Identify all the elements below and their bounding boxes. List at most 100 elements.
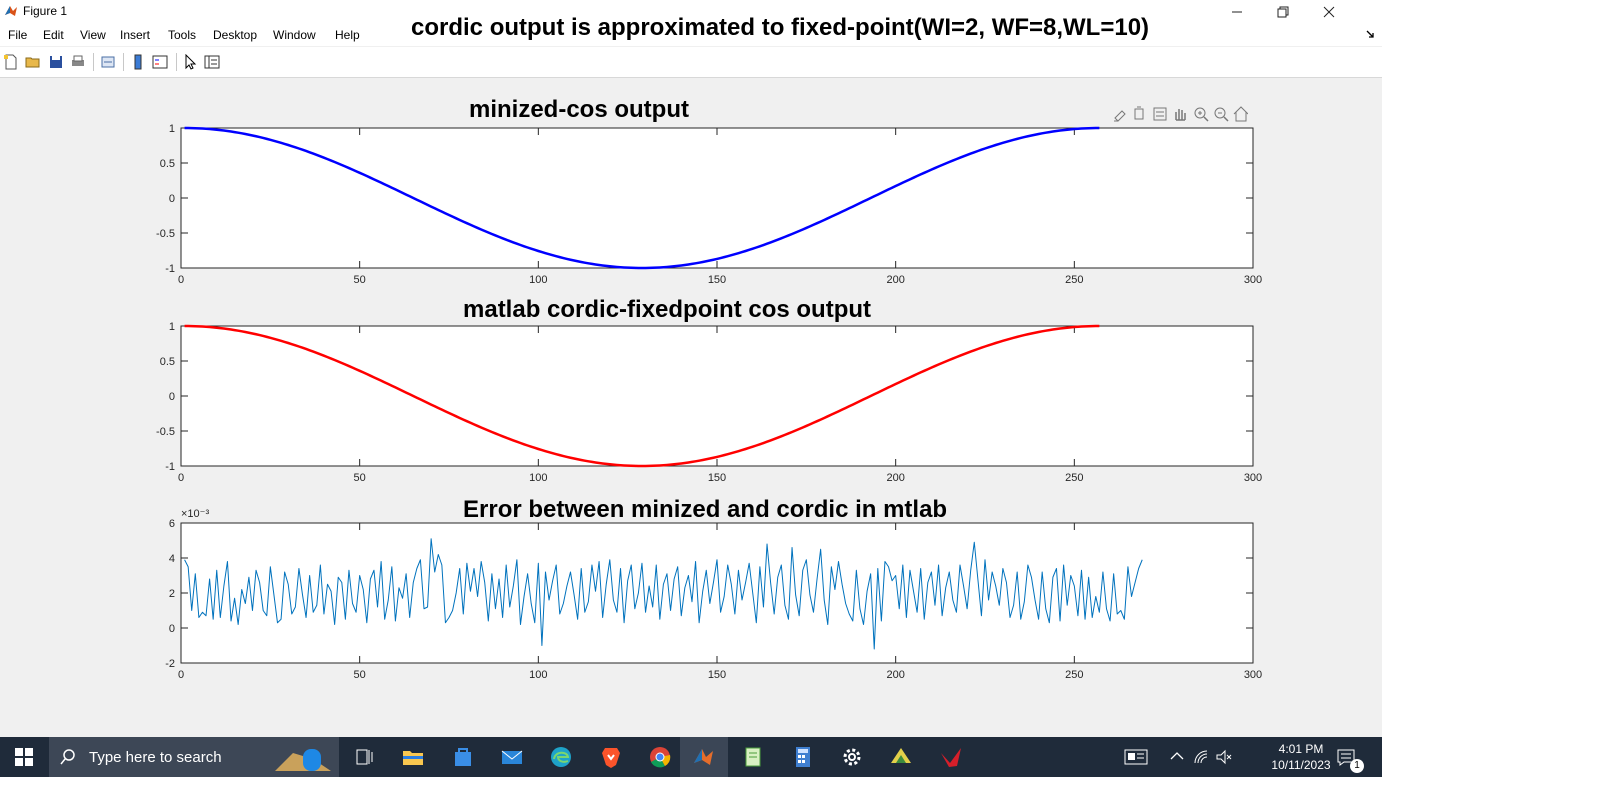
y-tick-label: 2 (169, 588, 175, 600)
data-tips-icon[interactable] (1134, 106, 1144, 120)
x-tick-label: 300 (1244, 669, 1262, 681)
y-exponent-label: ×10⁻³ (181, 508, 209, 520)
figure-title: cordic output is approximated to fixed-p… (411, 14, 1150, 41)
x-tick-label: 300 (1244, 274, 1262, 286)
menu-window[interactable]: Window (273, 28, 316, 42)
mail-icon[interactable] (500, 745, 524, 769)
menu-help[interactable]: Help (335, 28, 360, 42)
save-icon[interactable] (48, 54, 64, 70)
x-tick-label: 200 (886, 274, 904, 286)
x-tick-label: 150 (708, 472, 726, 484)
restore-icon (1277, 6, 1289, 18)
plot-area: 0 50 100 150 200 250 300-1-0.500.510 50 100 150 20… (156, 123, 1262, 681)
y-tick-label: 0 (169, 623, 175, 635)
windows-start-icon[interactable] (12, 745, 36, 769)
brave-browser-icon[interactable] (599, 745, 623, 769)
y-tick-label: 6 (169, 518, 175, 530)
print-icon[interactable] (70, 54, 86, 70)
clock-time[interactable]: 4:01 PM (1276, 742, 1326, 756)
x-tick-label: 150 (708, 274, 726, 286)
y-tick-label: -0.5 (156, 228, 175, 240)
axes-toolbar (1114, 106, 1248, 122)
x-tick-label: 250 (1065, 274, 1083, 286)
property-inspector-icon[interactable] (204, 54, 220, 70)
notepad-icon[interactable] (742, 745, 766, 769)
volume-muted-icon[interactable] (1215, 749, 1233, 765)
clock-date[interactable]: 10/11/2023 (1264, 758, 1338, 772)
vivado-icon[interactable] (889, 745, 913, 769)
menu-insert[interactable]: Insert (120, 28, 150, 42)
matlab-figure-window: Figure 1 File Edit View Insert Tools Des… (0, 0, 1382, 777)
x-tick-label: 0 (178, 669, 184, 681)
file-explorer-icon[interactable] (401, 745, 425, 769)
y-tick-label: -1 (165, 461, 175, 473)
menu-file[interactable]: File (8, 28, 27, 42)
figure-canvas: minized-cos output matlab cordic-fixedpo… (0, 78, 1382, 737)
new-figure-icon[interactable] (3, 54, 19, 70)
home-icon[interactable] (1233, 106, 1248, 122)
x-tick-label: 250 (1065, 669, 1083, 681)
toolbar-separator (123, 53, 124, 71)
settings-gear-icon[interactable] (840, 745, 864, 769)
y-tick-label: 0 (169, 193, 175, 205)
y-tick-label: 1 (169, 123, 175, 135)
x-tick-label: 100 (529, 472, 547, 484)
link-plot-icon[interactable] (100, 54, 116, 70)
edge-browser-icon[interactable] (549, 745, 573, 769)
quartus-icon[interactable] (939, 745, 963, 769)
calculator-icon[interactable] (791, 745, 815, 769)
minimize-button[interactable] (1214, 0, 1260, 24)
zoom-in-icon[interactable] (1194, 107, 1209, 122)
x-tick-label: 200 (886, 472, 904, 484)
pan-icon[interactable] (1175, 109, 1186, 121)
news-widget-icon[interactable] (1124, 749, 1148, 765)
brush-icon[interactable] (1114, 110, 1126, 122)
toolbar-separator (176, 53, 177, 71)
search-icon (60, 749, 75, 765)
y-tick-label: 4 (169, 553, 175, 565)
menu-desktop[interactable]: Desktop (213, 28, 257, 42)
menu-tools[interactable]: Tools (168, 28, 196, 42)
y-tick-label: -1 (165, 263, 175, 275)
menu-view[interactable]: View (80, 28, 106, 42)
x-tick-label: 50 (354, 669, 366, 681)
chrome-browser-icon[interactable] (648, 745, 672, 769)
axes-box-2[interactable] (180, 325, 1254, 467)
edit-plot-icon[interactable] (183, 54, 199, 70)
x-tick-label: 0 (178, 274, 184, 286)
microsoft-store-icon[interactable] (451, 745, 475, 769)
chevron-up-icon[interactable] (1170, 750, 1184, 762)
minimize-icon (1232, 11, 1242, 13)
open-file-icon[interactable] (25, 54, 41, 70)
close-button[interactable] (1306, 0, 1352, 24)
network-icon[interactable] (1193, 749, 1209, 765)
notification-count-badge: 1 (1350, 759, 1364, 773)
x-tick-label: 300 (1244, 472, 1262, 484)
windows-taskbar: Type here to search 4:01 PM 10/11/2023 1 (0, 737, 1382, 777)
restore-button[interactable] (1260, 0, 1306, 24)
search-placeholder: Type here to search (89, 749, 222, 766)
insert-colorbar-icon[interactable] (130, 54, 146, 70)
taskbar-search-box[interactable]: Type here to search (49, 737, 339, 777)
close-icon (1323, 6, 1335, 18)
y-tick-label: 0 (169, 391, 175, 403)
menu-edit[interactable]: Edit (43, 28, 64, 42)
figure-toolbar (0, 47, 1382, 78)
x-tick-label: 50 (354, 472, 366, 484)
task-view-icon[interactable] (352, 745, 376, 769)
insert-legend-icon[interactable] (152, 54, 168, 70)
restore-view-icon[interactable] (1153, 107, 1167, 121)
x-tick-label: 200 (886, 669, 904, 681)
window-title: Figure 1 (23, 4, 68, 18)
x-tick-label: 150 (708, 669, 726, 681)
y-tick-label: 0.5 (160, 158, 175, 170)
axes-box-3[interactable] (180, 522, 1254, 664)
matlab-taskbar-icon[interactable] (692, 745, 716, 769)
axes-box-1[interactable] (180, 127, 1254, 269)
y-tick-label: 1 (169, 321, 175, 333)
dock-arrow-icon[interactable] (1366, 29, 1376, 39)
search-highlight-illustration (275, 749, 331, 771)
x-tick-label: 0 (178, 472, 184, 484)
y-tick-label: -2 (165, 658, 175, 670)
zoom-out-icon[interactable] (1214, 107, 1229, 122)
